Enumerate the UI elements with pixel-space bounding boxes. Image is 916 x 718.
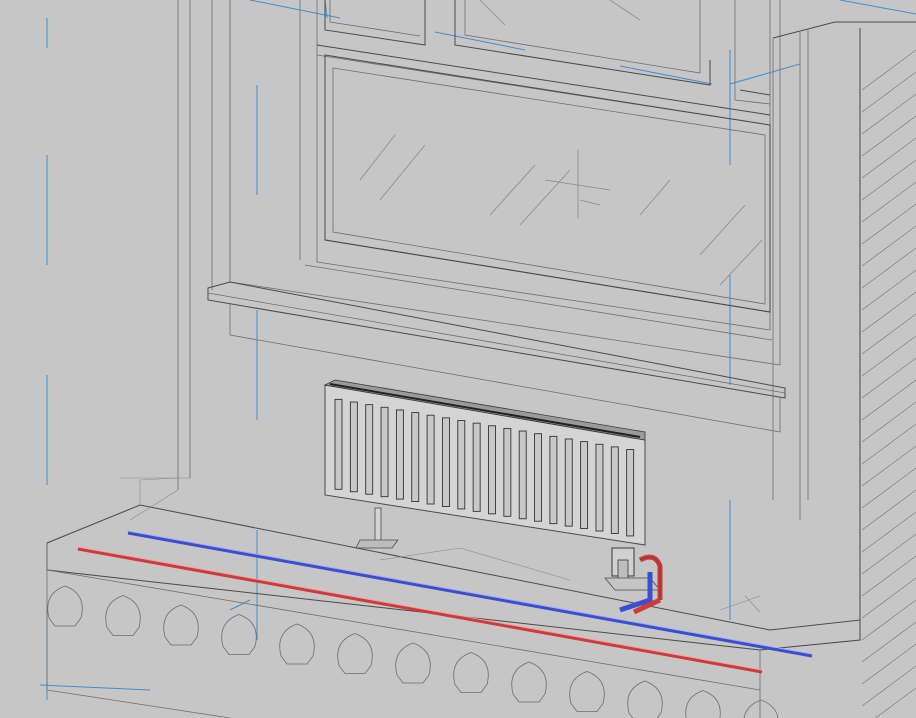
glass-reflection [359,0,763,286]
radiator-fin [411,412,420,503]
slab-void [47,585,83,627]
radiator[interactable] [323,379,646,549]
window[interactable] [229,0,781,366]
slab-void [279,623,315,665]
hatch-line [861,335,916,377]
radiator-fin [365,404,374,495]
hatch-line [861,181,916,223]
hatch-line [861,49,916,91]
hatch-line [861,467,916,509]
slab-void [743,699,779,718]
hatch-line [861,269,916,311]
radiator-fin [595,443,604,532]
radiator-fin [626,449,635,537]
hatch-line [861,555,916,597]
radiator-fin [380,406,389,498]
slab-void [221,614,257,655]
hatch-line [861,445,916,487]
hatch-line [861,533,916,575]
hatch-line [861,291,916,333]
hatch-line [861,665,916,707]
hatch-line [861,313,916,355]
radiator-stand [355,507,399,549]
radiator-fin [610,446,619,534]
radiator-fin [518,430,527,520]
radiator-fin [488,425,496,515]
hatch-line [861,159,916,201]
slab-void [105,595,141,636]
radiator-fin [549,435,558,525]
slab-void [511,661,547,703]
hatch-line [861,401,916,443]
hatch-line [861,643,916,685]
hatch-line [861,357,916,399]
slab-void [337,633,373,674]
return-pipe[interactable] [127,530,813,658]
hatch-line [861,137,916,179]
slab-void [627,680,663,718]
radiator-fin [472,422,481,512]
hatch-line [861,511,916,553]
hatch-line [874,687,916,718]
hatch-line [861,71,916,113]
radiator-fin [503,427,512,517]
radiator-fin [457,420,466,510]
hatch-line [861,621,916,663]
slab-void [685,690,721,718]
side-wall [772,21,916,718]
hatch-line [861,577,916,619]
wall-reveal [120,0,231,521]
radiator-fin [534,433,542,522]
hatch-line [861,203,916,245]
radiator-fin [334,398,343,490]
radiator-fin [580,441,589,530]
hatch-line [861,115,916,157]
slab-void [569,671,605,712]
hatch-line [861,379,916,421]
slab-void [453,652,489,693]
radiator-fin [395,409,404,500]
hatch-line [861,599,916,641]
model-scene[interactable] [0,0,916,718]
radiator-fin [426,414,435,505]
radiator-fin [564,438,573,527]
hatch-line [861,225,916,267]
hatch-line [861,423,916,465]
radiator-fin [442,417,450,507]
radiator-fin [349,401,358,493]
slab-void [395,642,431,684]
hatch-line [861,247,916,289]
model-viewport[interactable] [0,0,916,718]
hatch-line [861,489,916,531]
slab-void [163,604,199,646]
hatch-line [861,93,916,135]
